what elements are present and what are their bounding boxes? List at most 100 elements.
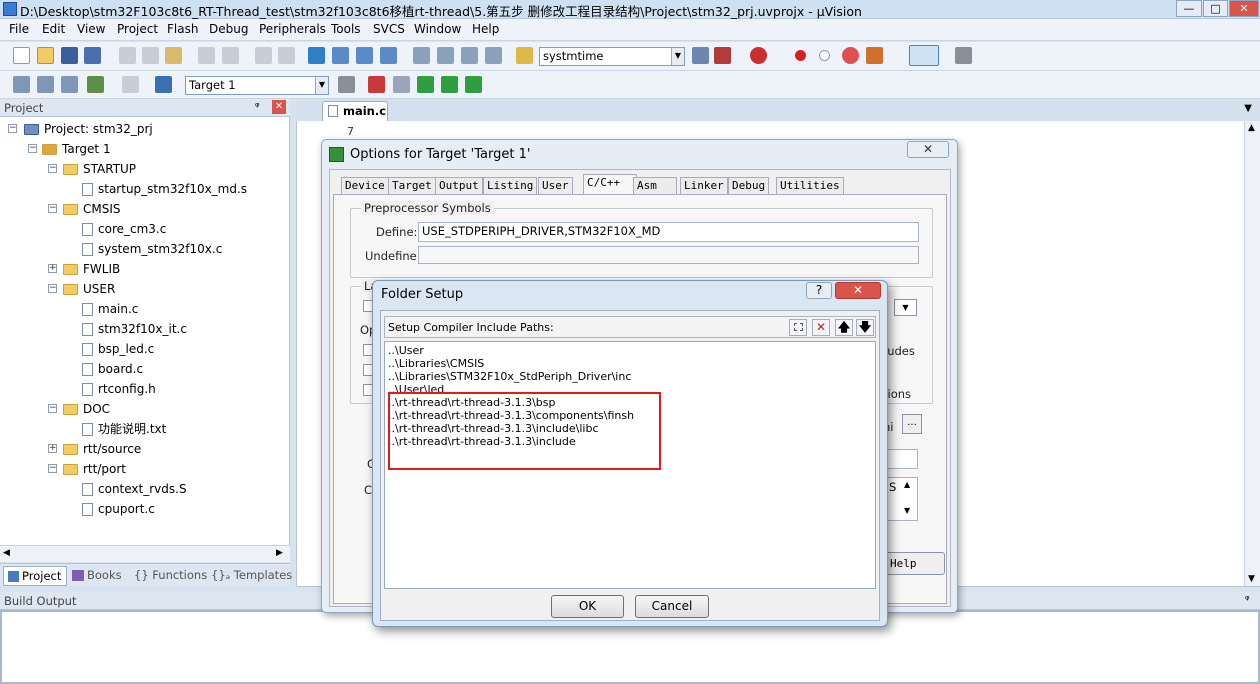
manage-rte-icon[interactable] [465, 76, 482, 93]
menu-help[interactable]: Help [472, 22, 499, 36]
collapse-icon[interactable]: − [48, 284, 57, 293]
tab-asm[interactable]: Asm [633, 177, 677, 194]
maximize-button[interactable]: □ [1203, 0, 1228, 17]
collapse-icon[interactable]: − [48, 204, 57, 213]
tab-functions[interactable]: {} Functions [134, 566, 207, 586]
tree-item[interactable]: 功能说明.txt [82, 420, 166, 438]
options-close-button[interactable]: ✕ [907, 141, 949, 158]
tree-item[interactable]: startup_stm32f10x_md.s [82, 180, 247, 198]
scroll-right-icon[interactable]: ▶ [276, 548, 283, 558]
open-folder-icon[interactable] [37, 47, 54, 64]
batch-build-icon[interactable] [87, 76, 104, 93]
nav-forward-icon[interactable] [278, 47, 295, 64]
close-button[interactable]: ✕ [1229, 0, 1259, 17]
tree-item[interactable]: bsp_led.c [82, 340, 154, 358]
move-up-icon[interactable]: 🡅 [835, 319, 853, 336]
list-item[interactable]: ..\User [388, 344, 424, 357]
collapse-icon[interactable]: − [28, 144, 37, 153]
nav-back-icon[interactable] [255, 47, 272, 64]
collapse-icon[interactable]: − [48, 464, 57, 473]
tree-item[interactable]: main.c [82, 300, 138, 318]
uncomment-icon[interactable] [485, 47, 502, 64]
folder-close-button[interactable]: ✕ [835, 282, 881, 299]
tab-output[interactable]: Output [435, 177, 483, 194]
build-icon[interactable] [37, 76, 54, 93]
incremental-find-icon[interactable] [692, 47, 709, 64]
download-icon[interactable] [155, 76, 172, 93]
misc-controls-field[interactable] [883, 449, 918, 469]
tab-linker[interactable]: Linker [680, 177, 728, 194]
ok-button[interactable]: OK [551, 595, 624, 618]
tree-item[interactable]: DOC [63, 400, 110, 418]
pin-icon[interactable]: ᵠ [1245, 593, 1250, 606]
comment-icon[interactable] [461, 47, 478, 64]
tree-item[interactable]: cpuport.c [82, 500, 155, 518]
save-icon[interactable] [61, 47, 78, 64]
collapse-icon[interactable]: − [48, 404, 57, 413]
unindent-icon[interactable] [437, 47, 454, 64]
prev-bookmark-icon[interactable] [332, 47, 349, 64]
tree-item[interactable]: Target 1 [42, 140, 111, 158]
tab-debug[interactable]: Debug [728, 177, 770, 194]
pin-icon[interactable]: ᵠ [255, 100, 260, 113]
wrench-icon[interactable] [955, 47, 972, 64]
pack-installer-icon[interactable] [417, 76, 434, 93]
scroll-up-icon[interactable]: ▲ [904, 480, 910, 489]
list-item[interactable]: ..\Libraries\CMSIS [388, 357, 484, 370]
next-bookmark-icon[interactable] [356, 47, 373, 64]
cut-icon[interactable] [119, 47, 136, 64]
chevron-down-icon[interactable]: ▼ [671, 48, 684, 65]
menu-peripherals[interactable]: Peripherals [259, 22, 326, 36]
run-time-env-icon[interactable] [441, 76, 458, 93]
define-field[interactable]: USE_STDPERIPH_DRIVER,STM32F10X_MD [418, 222, 919, 242]
target-options-icon[interactable] [338, 76, 355, 93]
move-down-icon[interactable]: 🡇 [856, 319, 874, 336]
tree-item[interactable]: rtt/port [63, 460, 126, 478]
tab-books[interactable]: Books [72, 566, 122, 586]
new-folder-icon[interactable] [789, 319, 807, 336]
target-select[interactable]: Target 1 ▼ [185, 76, 329, 95]
expand-icon[interactable]: + [48, 264, 57, 273]
undefine-field[interactable] [418, 246, 919, 264]
project-horizontal-scrollbar[interactable]: ◀ ▶ [0, 545, 290, 562]
chevron-down-icon[interactable]: ▼ [315, 77, 328, 94]
rebuild-icon[interactable] [61, 76, 78, 93]
tree-item[interactable]: system_stm32f10x.c [82, 240, 222, 258]
window-layout-icon[interactable] [909, 45, 939, 66]
delete-icon[interactable]: ✕ [812, 319, 830, 336]
tree-item[interactable]: CMSIS [63, 200, 121, 218]
menu-flash[interactable]: Flash [167, 22, 198, 36]
collapse-icon[interactable]: − [48, 164, 57, 173]
clear-bookmarks-icon[interactable] [380, 47, 397, 64]
translate-icon[interactable] [13, 76, 30, 93]
start-debug-icon[interactable] [750, 47, 767, 64]
minimize-button[interactable]: — [1176, 0, 1202, 17]
editor-tab-main-c[interactable]: main.c [322, 101, 388, 121]
tab-c-cpp[interactable]: C/C++ [583, 174, 637, 195]
cancel-button[interactable]: Cancel [635, 595, 709, 618]
scroll-down-icon[interactable]: ▼ [904, 506, 910, 515]
menu-debug[interactable]: Debug [209, 22, 248, 36]
indent-icon[interactable] [413, 47, 430, 64]
tab-list-dropdown-icon[interactable]: ▼ [1244, 103, 1252, 114]
select-software-packs-icon[interactable] [393, 76, 410, 93]
undo-icon[interactable] [198, 47, 215, 64]
tab-project[interactable]: Project [3, 566, 67, 586]
scroll-left-icon[interactable]: ◀ [3, 548, 10, 558]
tree-item[interactable]: board.c [82, 360, 143, 378]
compiler-control-string-field[interactable]: S [883, 477, 918, 521]
menu-tools[interactable]: Tools [331, 22, 361, 36]
copy-icon[interactable] [142, 47, 159, 64]
menu-window[interactable]: Window [414, 22, 461, 36]
tree-item[interactable]: Project: stm32_prj [24, 120, 153, 138]
find-in-files-icon[interactable] [516, 47, 533, 64]
paste-icon[interactable] [165, 47, 182, 64]
tree-item[interactable]: rtconfig.h [82, 380, 156, 398]
menu-view[interactable]: View [77, 22, 105, 36]
stop-build-icon[interactable] [122, 76, 139, 93]
tree-item[interactable]: rtt/source [63, 440, 141, 458]
tab-listing[interactable]: Listing [483, 177, 538, 194]
tree-item[interactable]: core_cm3.c [82, 220, 166, 238]
new-file-icon[interactable] [13, 47, 30, 64]
tab-user[interactable]: User [538, 177, 573, 194]
